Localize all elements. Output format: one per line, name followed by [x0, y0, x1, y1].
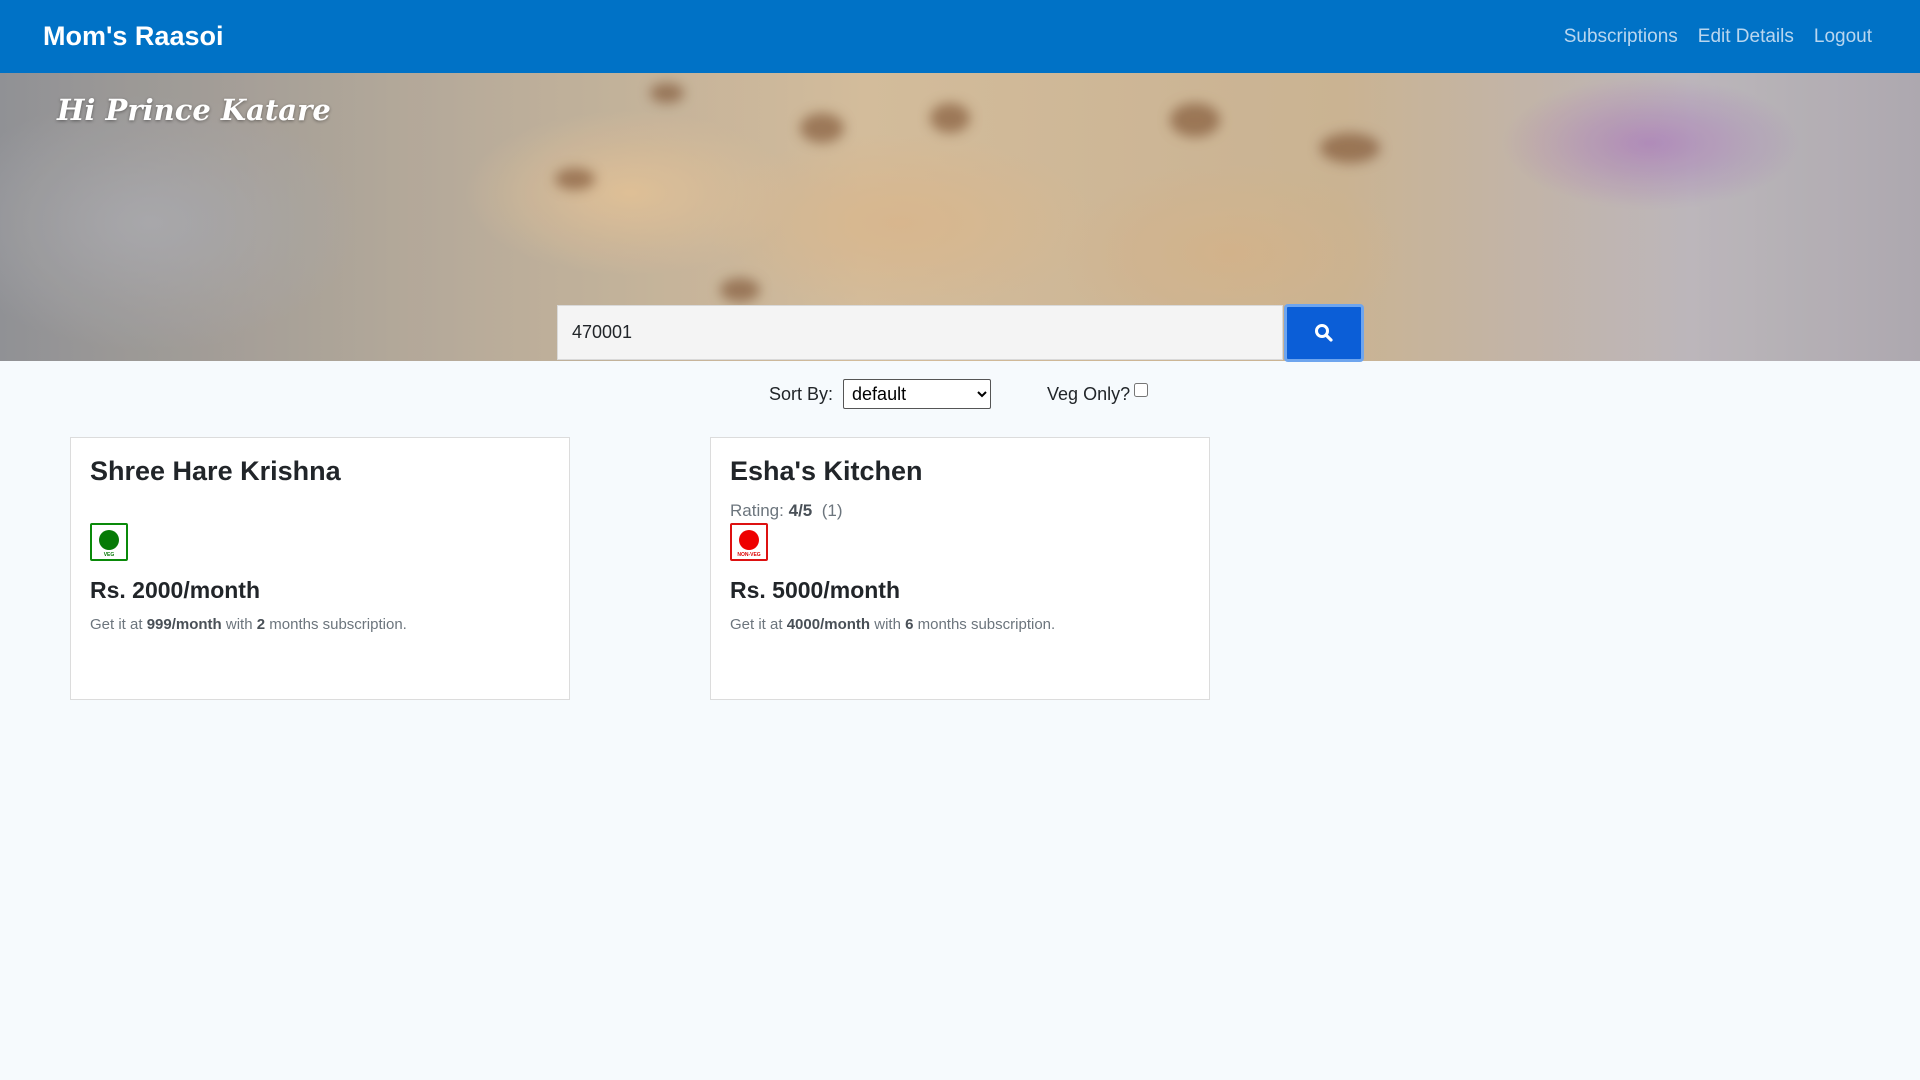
brand-logo-link[interactable]: Mom's Raasoi — [43, 21, 223, 52]
veg-mark-icon: VEG — [90, 523, 128, 561]
offer-with: with — [874, 616, 901, 633]
search-input[interactable] — [557, 305, 1283, 360]
kitchen-name: Esha's Kitchen — [730, 456, 923, 486]
offer-suffix: months subscription. — [917, 616, 1056, 633]
nav-link-subscriptions[interactable]: Subscriptions — [1564, 26, 1678, 48]
offer-price: 4000/month — [786, 616, 871, 633]
kitchen-rating — [90, 501, 550, 523]
veg-only-label: Veg Only? — [1047, 383, 1131, 404]
offer-prefix: Get it at — [90, 616, 143, 633]
offer-with: with — [225, 616, 253, 633]
offer-prefix: Get it at — [730, 616, 783, 633]
sort-by-label: Sort By: — [769, 383, 834, 404]
rating-value: 4/5 — [788, 501, 813, 520]
nav-links: Subscriptions Edit Details Logout — [1564, 26, 1872, 48]
kitchen-price: Rs. 5000/month — [730, 577, 900, 603]
sort-by-select[interactable]: default — [843, 379, 992, 409]
offer-months: 2 — [256, 616, 266, 633]
filters-bar: Sort By: default Veg Only? — [769, 379, 1149, 409]
search-icon — [1315, 324, 1333, 342]
kitchen-card[interactable]: Esha's Kitchen Rating: 4/5 (1) NON-VEG R… — [710, 437, 1210, 700]
veg-only-checkbox[interactable] — [1134, 383, 1149, 397]
veg-mark-text: VEG — [103, 552, 115, 558]
kitchen-card[interactable]: Shree Hare Krishna VEG Rs. 2000/month Ge… — [70, 437, 570, 700]
veg-dot — [99, 530, 119, 550]
subscription-offer: Get it at 999/month with 2 months subscr… — [90, 616, 550, 633]
offer-months: 6 — [905, 616, 914, 633]
non-veg-dot — [739, 530, 759, 550]
non-veg-mark-icon: NON-VEG — [730, 523, 768, 561]
offer-suffix: months subscription. — [269, 616, 407, 633]
navbar: Mom's Raasoi Subscriptions Edit Details … — [0, 0, 1920, 73]
kitchen-name: Shree Hare Krishna — [90, 456, 341, 486]
offer-price: 999/month — [146, 616, 222, 633]
rating-count: (1) — [821, 501, 843, 520]
subscription-offer: Get it at 4000/month with 6 months subsc… — [730, 616, 1190, 633]
nav-link-edit-details[interactable]: Edit Details — [1698, 26, 1794, 48]
kitchen-price: Rs. 2000/month — [90, 577, 260, 603]
non-veg-mark-text: NON-VEG — [737, 552, 761, 558]
rating-label: Rating: — [730, 501, 784, 520]
nav-link-logout[interactable]: Logout — [1814, 26, 1872, 48]
greeting-text: Hi Prince Katare — [57, 93, 331, 127]
search-button[interactable] — [1284, 304, 1364, 362]
kitchen-rating: Rating: 4/5 (1) — [730, 501, 1190, 523]
